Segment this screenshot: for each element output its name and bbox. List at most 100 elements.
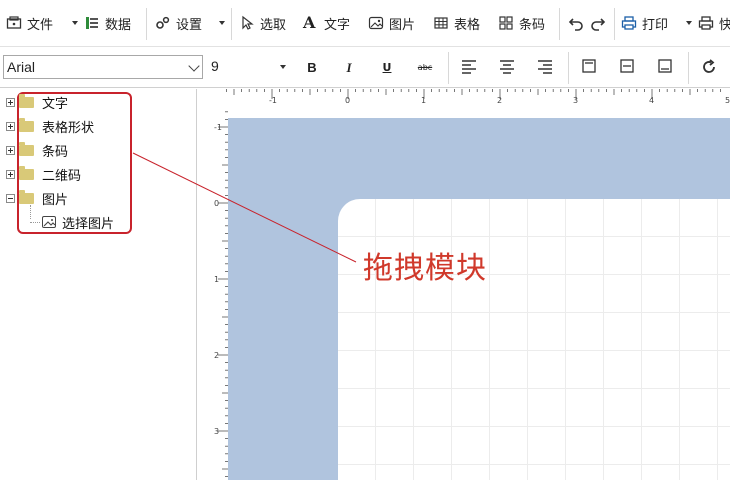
chevron-down-icon [188,60,200,72]
component-tree-panel: 文字 表格形状 条码 二维码 图片 选择图片 [0,89,197,480]
undo-icon [568,15,584,31]
expand-icon[interactable] [6,145,15,155]
expand-icon[interactable] [6,121,15,131]
font-size-value: 9 [211,58,219,74]
vertical-ruler: -1 0 1 2 3 [198,109,228,480]
underline-button[interactable]: U [376,58,398,78]
barcode-grid-icon [498,15,514,31]
settings-label: 设置 [176,17,203,33]
ruler-label: 2 [497,96,502,105]
barcode-tool-button[interactable]: 条码 [498,10,545,36]
tree-item-label: 选择图片 [62,216,115,232]
font-family-value: Arial [7,59,36,75]
valign-bottom-icon [658,59,672,73]
table-tool-button[interactable]: 表格 [433,10,480,36]
toolbar-divider [231,8,232,40]
tree-connector [30,205,31,219]
tree-item-image[interactable]: 图片 [6,188,68,208]
folder-icon [19,141,34,156]
tree-item-label: 条码 [42,144,69,160]
toolbar-divider [146,8,147,40]
main-toolbar: 文件 数据 设置 选取 A 文字 图片 表格 条码 打印 快 [0,0,730,47]
print-dropdown-caret[interactable] [686,21,692,25]
strikethrough-button[interactable]: abc [414,58,436,78]
redo-button[interactable] [590,10,611,36]
folder-icon [19,117,34,132]
ruler-label: 0 [214,199,219,208]
format-toolbar: Arial 9 B I U abc [0,48,730,88]
horizontal-ruler-ticks: -1 0 1 2 3 4 5 [225,89,730,105]
settings-button[interactable]: 设置 [155,10,202,36]
toolbar-divider [448,52,449,84]
print-icon [621,15,637,31]
table-label: 表格 [454,17,481,33]
caret-down-icon [280,65,286,69]
undo-button[interactable] [568,10,589,36]
picture-icon [368,15,384,31]
label-paper[interactable] [338,199,730,480]
redo-icon [590,15,606,31]
font-family-select[interactable]: Arial [3,55,203,79]
font-size-select[interactable]: 9 [206,55,290,79]
align-center-icon [500,60,514,74]
file-menu-button[interactable]: 文件 [6,10,53,36]
data-label: 数据 [105,17,132,33]
tree-item-qrcode[interactable]: 二维码 [6,164,81,184]
data-button[interactable]: 数据 [84,10,131,36]
tree-item-label: 表格形状 [42,120,95,136]
expand-icon[interactable] [6,169,15,179]
tree-item-select-image[interactable]: 选择图片 [42,212,114,232]
image-label: 图片 [389,17,416,33]
settings-dropdown-caret[interactable] [219,21,225,25]
text-a-icon: A [303,13,316,32]
table-icon [433,15,449,31]
ruler-label: 3 [214,427,219,436]
designer-app: 文件 数据 设置 选取 A 文字 图片 表格 条码 打印 快 Arial 9 B… [0,0,730,480]
align-left-button[interactable] [458,58,480,78]
toolbar-divider [688,52,689,84]
align-right-button[interactable] [534,58,556,78]
bold-button[interactable]: B [301,58,323,78]
select-tool-button[interactable]: 选取 [239,10,286,36]
expand-icon[interactable] [6,97,15,107]
image-tool-button[interactable]: 图片 [368,10,415,36]
valign-middle-icon [620,59,634,73]
align-center-button[interactable] [496,58,518,78]
folder-icon [19,93,34,108]
print-label: 打印 [642,17,669,33]
ruler-label: -1 [269,96,277,105]
data-icon [84,15,100,31]
picture-icon [42,216,56,228]
text-label: 文字 [324,17,351,33]
tree-item-label: 图片 [42,192,69,208]
tree-item-text[interactable]: 文字 [6,92,68,112]
text-tool-button[interactable]: A 文字 [303,10,350,36]
ruler-label: 4 [649,96,654,105]
valign-top-button[interactable] [578,58,600,78]
rotate-icon [703,59,715,73]
italic-button[interactable]: I [338,58,360,78]
tree-item-barcode[interactable]: 条码 [6,140,68,160]
toolbar-divider [568,52,569,84]
horizontal-ruler: -1 0 1 2 3 4 5 [198,89,730,109]
cursor-icon [239,15,255,31]
collapse-icon[interactable] [6,193,15,203]
valign-top-icon [582,59,596,73]
valign-bottom-button[interactable] [654,58,676,78]
ruler-label: 1 [214,275,219,284]
ruler-label: 5 [725,96,730,105]
vertical-ruler-ticks: -1 0 1 2 3 [214,111,228,478]
rotate-button[interactable] [698,58,720,78]
ruler-label: -1 [214,123,222,132]
tree-item-table-shape[interactable]: 表格形状 [6,116,94,136]
print-button[interactable]: 打印 [621,10,668,36]
ruler-label: 2 [214,351,219,360]
printer-icon [698,15,714,31]
gears-icon [155,15,171,31]
toolbar-divider [559,8,560,40]
file-dropdown-caret[interactable] [72,21,78,25]
file-label: 文件 [27,17,54,33]
quick-print-button[interactable]: 快 [698,10,730,36]
valign-middle-button[interactable] [616,58,638,78]
tree-item-label: 二维码 [42,168,82,184]
